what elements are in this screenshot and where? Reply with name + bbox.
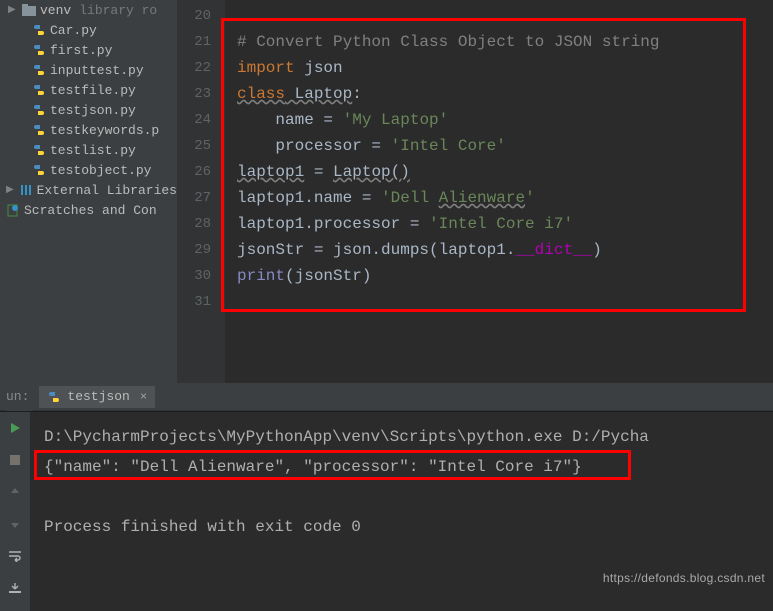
tree-label: External Libraries [37, 183, 177, 198]
code-editor[interactable]: 202122232425262728293031 # Convert Pytho… [177, 0, 773, 383]
tree-file[interactable]: testjson.py [0, 100, 177, 120]
python-file-icon [47, 390, 61, 404]
python-file-icon [32, 103, 46, 117]
tree-label: testlist.py [50, 143, 136, 158]
code-line[interactable]: laptop1.name = 'Dell Alienware' [237, 185, 773, 211]
code-line[interactable]: laptop1 = Laptop() [237, 159, 773, 185]
soft-wrap-button[interactable] [5, 546, 25, 566]
step-up-button[interactable] [5, 482, 25, 502]
run-tab-label: testjson [67, 389, 129, 404]
chevron-right-icon: ▶ [6, 184, 15, 196]
tree-file[interactable]: testobject.py [0, 160, 177, 180]
python-file-icon [32, 163, 46, 177]
library-icon [19, 183, 33, 197]
tree-label: testjson.py [50, 103, 136, 118]
python-file-icon [32, 43, 46, 57]
code-line[interactable]: # Convert Python Class Object to JSON st… [237, 29, 773, 55]
python-file-icon [32, 63, 46, 77]
code-line[interactable] [237, 3, 773, 29]
code-line[interactable]: processor = 'Intel Core' [237, 133, 773, 159]
step-down-button[interactable] [5, 514, 25, 534]
tree-label: Scratches and Con [24, 203, 157, 218]
tree-label: venv [40, 3, 71, 18]
close-icon[interactable]: × [136, 390, 147, 404]
tree-label: testobject.py [50, 163, 151, 178]
watermark: https://defonds.blog.csdn.net [603, 571, 765, 585]
python-file-icon [32, 123, 46, 137]
project-sidebar[interactable]: ▶ venv library ro Car.py first.py inputtes… [0, 0, 177, 383]
tree-note: library ro [79, 3, 157, 18]
run-rail [0, 412, 30, 611]
tree-folder-venv[interactable]: ▶ venv library ro [0, 0, 177, 20]
code-line[interactable]: jsonStr = json.dumps(laptop1.__dict__) [237, 237, 773, 263]
python-file-icon [32, 23, 46, 37]
run-label: un: [6, 383, 33, 411]
tree-external-libraries[interactable]: ▶ External Libraries [0, 180, 177, 200]
code-area[interactable]: # Convert Python Class Object to JSON st… [225, 0, 773, 383]
tree-label: testfile.py [50, 83, 136, 98]
run-toolwindow-header[interactable]: un: testjson × [0, 383, 773, 411]
code-line[interactable]: print(jsonStr) [237, 263, 773, 289]
chevron-right-icon: ▶ [8, 4, 18, 16]
line-number-gutter: 202122232425262728293031 [177, 0, 225, 383]
console-line: Process finished with exit code 0 [44, 512, 765, 542]
console-line: {"name": "Dell Alienware", "processor": … [44, 452, 765, 482]
tree-file[interactable]: Car.py [0, 20, 177, 40]
folder-icon [22, 3, 36, 17]
tree-file[interactable]: first.py [0, 40, 177, 60]
tree-label: first.py [50, 43, 112, 58]
tree-scratches[interactable]: Scratches and Con [0, 200, 177, 220]
python-file-icon [32, 143, 46, 157]
code-line[interactable]: class Laptop: [237, 81, 773, 107]
stop-button[interactable] [5, 450, 25, 470]
tree-label: testkeywords.p [50, 123, 159, 138]
tree-file[interactable]: inputtest.py [0, 60, 177, 80]
code-line[interactable]: laptop1.processor = 'Intel Core i7' [237, 211, 773, 237]
python-file-icon [32, 83, 46, 97]
console-line: D:\PycharmProjects\MyPythonApp\venv\Scri… [44, 422, 765, 452]
code-line[interactable] [237, 289, 773, 315]
console-line [44, 482, 765, 512]
tree-file[interactable]: testkeywords.p [0, 120, 177, 140]
scroll-to-end-button[interactable] [5, 578, 25, 598]
tree-label: Car.py [50, 23, 97, 38]
code-line[interactable]: import json [237, 55, 773, 81]
tree-file[interactable]: testlist.py [0, 140, 177, 160]
code-line[interactable]: name = 'My Laptop' [237, 107, 773, 133]
tree-file[interactable]: testfile.py [0, 80, 177, 100]
rerun-button[interactable] [5, 418, 25, 438]
run-tab[interactable]: testjson × [39, 386, 155, 408]
scratch-icon [6, 203, 20, 217]
tree-label: inputtest.py [50, 63, 144, 78]
